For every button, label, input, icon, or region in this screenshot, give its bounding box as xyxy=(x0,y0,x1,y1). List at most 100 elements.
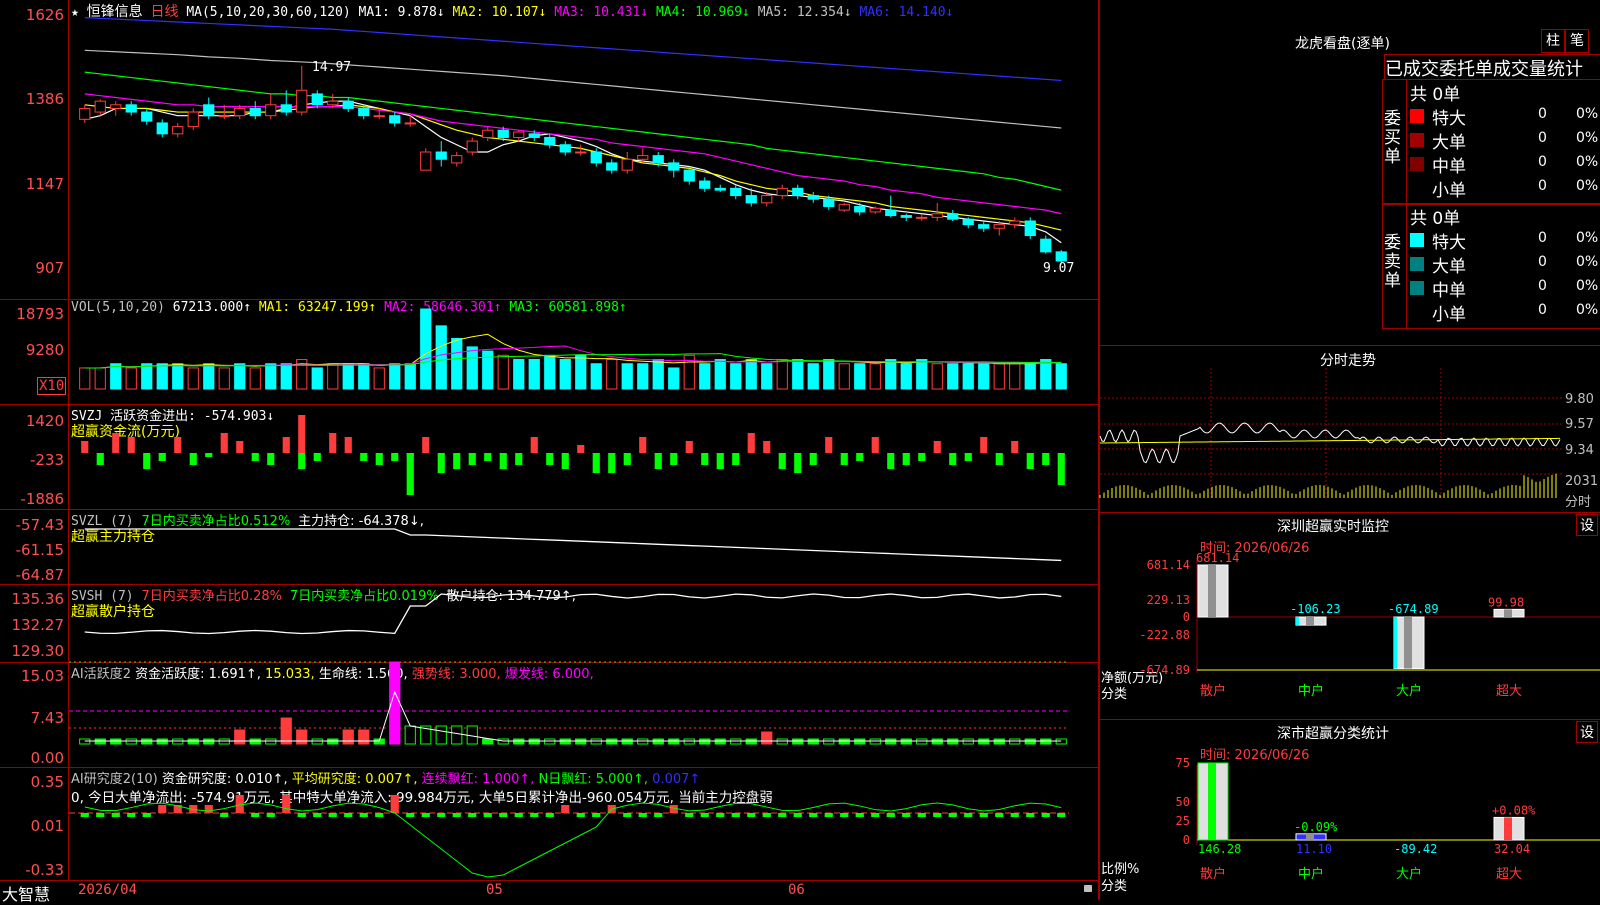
fund-flow-bar xyxy=(794,453,802,473)
lock-icon[interactable] xyxy=(1084,885,1092,892)
candle xyxy=(792,187,804,197)
candle xyxy=(451,155,463,164)
activity-bar xyxy=(435,725,447,745)
retail-holding-line xyxy=(84,593,1062,635)
volume-bar xyxy=(1024,363,1036,390)
volume-bar xyxy=(792,359,804,390)
svzl-chart[interactable] xyxy=(69,509,1098,584)
volume-chart[interactable] xyxy=(69,299,1098,404)
volume-bar xyxy=(466,346,478,390)
research-bar xyxy=(948,813,957,817)
volume-bar xyxy=(544,354,556,390)
ai-research-chart[interactable] xyxy=(69,767,1098,880)
research-bar xyxy=(437,813,446,817)
activity-bar xyxy=(296,729,308,745)
order-size-swatch xyxy=(1410,257,1424,271)
volume-pane[interactable]: 18793 9280 X10 VOL(5,10,20) 67213.000↑ M… xyxy=(0,299,1098,405)
ai-research-pane[interactable]: 0.35 0.01 -0.33 AI研究度2(10) 资金研究度: 0.010↑… xyxy=(0,767,1098,880)
fund-flow-bar xyxy=(980,437,988,453)
candle xyxy=(265,104,277,117)
minute-chart[interactable] xyxy=(1099,346,1562,513)
research-bar xyxy=(902,813,911,817)
brand-label[interactable]: 大智慧 xyxy=(2,881,50,905)
order-size-label: 小单 xyxy=(1432,305,1466,325)
order-percent: 0% xyxy=(1576,302,1599,318)
volume-bar xyxy=(327,363,339,390)
volume-bar xyxy=(854,363,866,390)
research-bar xyxy=(685,813,694,817)
order-size-swatch xyxy=(1410,233,1424,247)
research-bar xyxy=(282,795,291,813)
svzj-pane[interactable]: 1420 -233 -1886 SVZJ 活跃资金进出: -574.903↓ 超… xyxy=(0,404,1098,510)
monitor-category-label: 大户 xyxy=(1396,683,1422,699)
fund-flow-bar xyxy=(670,453,678,465)
order-size-swatch xyxy=(1410,305,1424,319)
research-bar xyxy=(514,813,523,817)
fund-flow-bar xyxy=(112,433,120,453)
research-bar xyxy=(359,813,368,817)
buy-total: 共 0单 xyxy=(1410,85,1461,105)
candlestick-chart[interactable] xyxy=(69,0,1098,299)
research-bar xyxy=(871,813,880,817)
volume-bar xyxy=(575,354,587,390)
svsh-pane[interactable]: 135.36 132.27 129.30 SVSH (7) 7日内买卖净占比0.… xyxy=(0,584,1098,663)
fund-flow-bar xyxy=(654,453,662,469)
research-bar xyxy=(1041,813,1050,817)
price-pane[interactable]: 1626 1386 1147 907 ★ 恒锋信息 日线 MA(5,10,20,… xyxy=(0,0,1098,300)
svzl-tick: -61.15 xyxy=(15,541,64,559)
research-bar xyxy=(700,813,709,817)
volume-bar xyxy=(993,363,1005,390)
svzj-chart[interactable] xyxy=(69,404,1098,509)
buy-orders-box: 委买单 共 0单 特大 0 0% 大单 0 0% 中单 0 0% 小单 0 0% xyxy=(1382,79,1600,205)
fund-flow-bar xyxy=(902,453,910,465)
stats-bar-percent: -0.09% xyxy=(1294,820,1338,834)
candle xyxy=(125,104,137,113)
monitor-category-label: 散户 xyxy=(1200,683,1226,699)
fund-flow-bar xyxy=(577,445,585,453)
activity-bar xyxy=(404,725,416,745)
volume-bar xyxy=(265,363,277,390)
sz-monitor-chart[interactable]: 681.14 229.13 0 -222.88 -674.89 681.14 散户 -106.… xyxy=(1100,513,1600,720)
candle xyxy=(916,216,928,219)
tick-mode-button[interactable]: 笔 xyxy=(1565,29,1589,53)
ai-activity-axis: 15.03 7.43 0.00 xyxy=(0,662,69,767)
research-bar xyxy=(561,805,570,813)
candle xyxy=(947,213,959,220)
svsh-chart[interactable] xyxy=(69,584,1098,662)
fund-flow-bar xyxy=(871,437,879,453)
minute-trend-panel[interactable]: 分时走势 9.80 9.57 9.34 2031 分时 xyxy=(1099,345,1600,513)
volume-bar xyxy=(730,363,742,390)
ai-activity-chart[interactable] xyxy=(69,661,1098,767)
stats-category-label: 超大 xyxy=(1496,867,1522,882)
minute-vol-tick: 2031 xyxy=(1565,474,1599,489)
fund-flow-bar xyxy=(267,453,275,465)
fund-flow-bar xyxy=(995,453,1003,465)
bar-mode-button[interactable]: 柱 xyxy=(1541,29,1565,53)
monitor-bar-shade xyxy=(1504,609,1512,617)
fund-flow-bar xyxy=(298,453,306,469)
svzl-pane[interactable]: -57.43 -61.15 -64.87 SVZL (7) 7日内买卖净占比0.… xyxy=(0,509,1098,585)
candle xyxy=(528,133,540,138)
candle xyxy=(761,195,773,204)
candle xyxy=(311,93,323,106)
monitor-bar-label: 681.14 xyxy=(1196,551,1239,565)
research-bar xyxy=(390,795,399,813)
candle xyxy=(854,205,866,213)
research-bar xyxy=(1057,813,1066,817)
ai-activity-pane[interactable]: 15.03 7.43 0.00 AI活跃度2 资金活跃度: 1.691↑, 15… xyxy=(0,661,1098,768)
monitor-bar-edge xyxy=(1296,617,1299,626)
volume-bar xyxy=(156,363,168,390)
fund-flow-bar xyxy=(1026,453,1034,469)
candle xyxy=(730,187,742,197)
research-bar xyxy=(855,813,864,817)
fund-flow-bar xyxy=(189,453,197,465)
activity-bar xyxy=(761,731,773,745)
ai-research-tick: 0.01 xyxy=(30,817,64,835)
svsh-tick: 129.30 xyxy=(11,642,65,660)
ai-activity-tick: 7.43 xyxy=(30,709,64,727)
activity-bar xyxy=(358,729,370,745)
svzj-axis: 1420 -233 -1886 xyxy=(0,404,69,509)
research-bar xyxy=(1010,813,1019,817)
research-bar xyxy=(1026,813,1035,817)
sz-stats-chart[interactable]: 75 50 25 0 146.28 散户 -0.09% 11.10 中户 -89.42 大户 +0.0… xyxy=(1100,720,1600,901)
